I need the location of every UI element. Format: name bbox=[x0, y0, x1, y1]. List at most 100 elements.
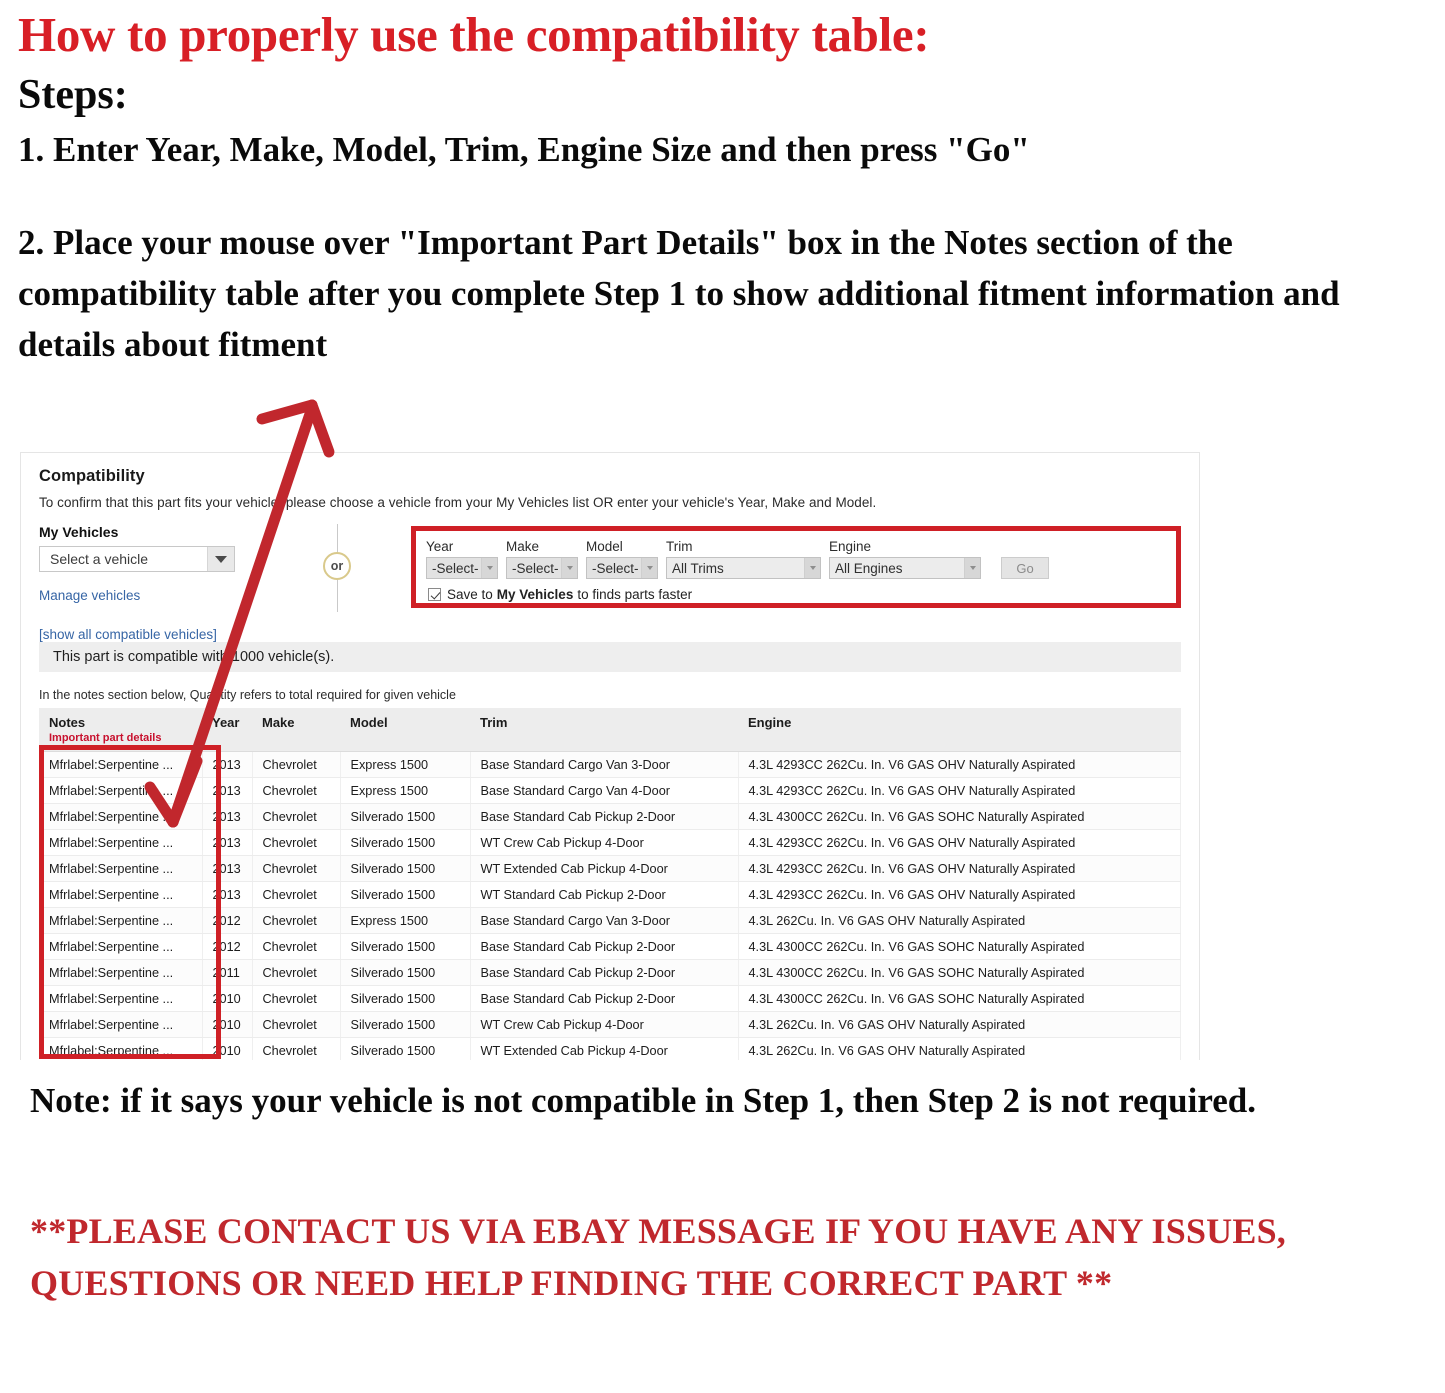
cell-engine: 4.3L 4293CC 262Cu. In. V6 GAS OHV Natura… bbox=[738, 881, 1181, 908]
cell-notes[interactable]: Mfrlabel:Serpentine ... bbox=[39, 933, 203, 960]
cell-year: 2010 bbox=[202, 1037, 253, 1060]
compatibility-title: Compatibility bbox=[39, 467, 145, 485]
cell-trim: Base Standard Cab Pickup 2-Door bbox=[470, 985, 739, 1012]
go-button[interactable]: Go bbox=[1001, 557, 1049, 579]
cell-notes[interactable]: Mfrlabel:Serpentine ... bbox=[39, 907, 203, 934]
ymm-fields: Year -Select- Make -Select- Model -Selec… bbox=[426, 539, 1166, 579]
table-row: Mfrlabel:Serpentine ... 2010 Chevrolet Silv… bbox=[39, 985, 1181, 1012]
year-select-value: -Select- bbox=[432, 560, 479, 576]
cell-make: Chevrolet bbox=[252, 1037, 341, 1060]
show-all-compatible-vehicles-link[interactable]: [show all compatible vehicles] bbox=[39, 627, 301, 642]
manage-vehicles-link[interactable]: Manage vehicles bbox=[39, 588, 301, 603]
cell-notes[interactable]: Mfrlabel:Serpentine ... bbox=[39, 1011, 203, 1038]
save-to-my-vehicles-row[interactable]: Save to My Vehicles to finds parts faste… bbox=[428, 587, 1166, 602]
cell-notes[interactable]: Mfrlabel:Serpentine ... bbox=[39, 751, 203, 778]
page-title: How to properly use the compatibility ta… bbox=[18, 7, 930, 62]
year-label: Year bbox=[426, 539, 454, 554]
cell-year: 2013 bbox=[202, 829, 253, 856]
trim-select[interactable]: All Trims bbox=[666, 557, 821, 579]
vehicle-selector-row: My Vehicles Select a vehicle Manage vehi… bbox=[39, 524, 1181, 642]
cell-engine: 4.3L 262Cu. In. V6 GAS OHV Naturally Asp… bbox=[738, 1037, 1181, 1060]
trim-field: Trim All Trims bbox=[666, 539, 821, 579]
save-bold-text: My Vehicles bbox=[496, 587, 574, 602]
save-to-my-vehicles-checkbox[interactable] bbox=[428, 588, 441, 601]
cell-engine: 4.3L 4300CC 262Cu. In. V6 GAS SOHC Natur… bbox=[738, 933, 1181, 960]
cell-make: Chevrolet bbox=[252, 855, 341, 882]
cell-trim: WT Extended Cab Pickup 4-Door bbox=[470, 1037, 739, 1060]
column-header-trim[interactable]: Trim bbox=[470, 708, 738, 752]
cell-engine: 4.3L 4293CC 262Cu. In. V6 GAS OHV Natura… bbox=[738, 855, 1181, 882]
cell-notes[interactable]: Mfrlabel:Serpentine ... bbox=[39, 829, 203, 856]
steps-label: Steps: bbox=[18, 71, 128, 118]
table-row: Mfrlabel:Serpentine ... 2012 Chevrolet Silv… bbox=[39, 933, 1181, 960]
chevron-down-icon bbox=[207, 547, 234, 571]
cell-model: Silverado 1500 bbox=[340, 881, 471, 908]
cell-year: 2013 bbox=[202, 751, 253, 778]
cell-trim: Base Standard Cab Pickup 2-Door bbox=[470, 933, 739, 960]
year-select[interactable]: -Select- bbox=[426, 557, 498, 579]
notes-quantity-hint: In the notes section below, Quantity ref… bbox=[39, 688, 456, 702]
cell-model: Silverado 1500 bbox=[340, 803, 471, 830]
cell-notes[interactable]: Mfrlabel:Serpentine ... bbox=[39, 777, 203, 804]
trim-label: Trim bbox=[666, 539, 693, 554]
cell-trim: Base Standard Cab Pickup 2-Door bbox=[470, 959, 739, 986]
footer-note: Note: if it says your vehicle is not com… bbox=[30, 1081, 1256, 1120]
cell-notes[interactable]: Mfrlabel:Serpentine ... bbox=[39, 881, 203, 908]
cell-notes[interactable]: Mfrlabel:Serpentine ... bbox=[39, 855, 203, 882]
column-header-notes-label: Notes bbox=[49, 715, 86, 730]
cell-notes[interactable]: Mfrlabel:Serpentine ... bbox=[39, 1037, 203, 1060]
step-2-text: 2. Place your mouse over "Important Part… bbox=[18, 223, 1340, 364]
cell-model: Express 1500 bbox=[340, 751, 471, 778]
cell-model: Silverado 1500 bbox=[340, 933, 471, 960]
table-row: Mfrlabel:Serpentine ... 2010 Chevrolet Silv… bbox=[39, 1037, 1181, 1060]
cell-year: 2013 bbox=[202, 881, 253, 908]
cell-engine: 4.3L 4300CC 262Cu. In. V6 GAS SOHC Natur… bbox=[738, 803, 1181, 830]
cell-make: Chevrolet bbox=[252, 881, 341, 908]
chevron-down-icon bbox=[481, 558, 497, 578]
table-row: Mfrlabel:Serpentine ... 2013 Chevrolet Expr… bbox=[39, 777, 1181, 804]
cell-year: 2013 bbox=[202, 855, 253, 882]
cell-year: 2012 bbox=[202, 933, 253, 960]
table-row: Mfrlabel:Serpentine ... 2010 Chevrolet Silv… bbox=[39, 1011, 1181, 1038]
cell-engine: 4.3L 262Cu. In. V6 GAS OHV Naturally Asp… bbox=[738, 1011, 1181, 1038]
ymm-selector-highlight-box: Year -Select- Make -Select- Model -Selec… bbox=[411, 526, 1181, 608]
cell-make: Chevrolet bbox=[252, 751, 341, 778]
cell-notes[interactable]: Mfrlabel:Serpentine ... bbox=[39, 985, 203, 1012]
column-header-notes[interactable]: Notes Important part details bbox=[39, 708, 202, 752]
make-label: Make bbox=[506, 539, 540, 554]
cell-make: Chevrolet bbox=[252, 959, 341, 986]
model-select[interactable]: -Select- bbox=[586, 557, 658, 579]
cell-make: Chevrolet bbox=[252, 829, 341, 856]
engine-select[interactable]: All Engines bbox=[829, 557, 981, 579]
cell-year: 2012 bbox=[202, 907, 253, 934]
make-select-value: -Select- bbox=[512, 560, 559, 576]
cell-notes[interactable]: Mfrlabel:Serpentine ... bbox=[39, 959, 203, 986]
make-select[interactable]: -Select- bbox=[506, 557, 578, 579]
cell-engine: 4.3L 4293CC 262Cu. In. V6 GAS OHV Natura… bbox=[738, 777, 1181, 804]
column-header-year[interactable]: Year bbox=[202, 708, 252, 752]
my-vehicles-select[interactable]: Select a vehicle bbox=[39, 546, 235, 572]
cell-trim: Base Standard Cab Pickup 2-Door bbox=[470, 803, 739, 830]
cell-engine: 4.3L 4293CC 262Cu. In. V6 GAS OHV Natura… bbox=[738, 829, 1181, 856]
cell-model: Silverado 1500 bbox=[340, 1037, 471, 1060]
cell-model: Express 1500 bbox=[340, 907, 471, 934]
column-header-make[interactable]: Make bbox=[252, 708, 340, 752]
cell-trim: Base Standard Cargo Van 4-Door bbox=[470, 777, 739, 804]
cell-model: Silverado 1500 bbox=[340, 855, 471, 882]
save-suffix-text: to finds parts faster bbox=[577, 587, 693, 602]
cell-trim: WT Crew Cab Pickup 4-Door bbox=[470, 829, 739, 856]
footer-contact: **PLEASE CONTACT US VIA EBAY MESSAGE IF … bbox=[30, 1211, 1287, 1304]
cell-trim: WT Standard Cab Pickup 2-Door bbox=[470, 881, 739, 908]
important-part-details-label[interactable]: Important part details bbox=[49, 732, 202, 744]
cell-notes[interactable]: Mfrlabel:Serpentine ... bbox=[39, 803, 203, 830]
chevron-down-icon bbox=[804, 558, 820, 578]
chevron-down-icon bbox=[561, 558, 577, 578]
cell-make: Chevrolet bbox=[252, 777, 341, 804]
cell-engine: 4.3L 4293CC 262Cu. In. V6 GAS OHV Natura… bbox=[738, 751, 1181, 778]
cell-model: Silverado 1500 bbox=[340, 985, 471, 1012]
column-header-engine[interactable]: Engine bbox=[738, 708, 1181, 752]
save-prefix-text: Save to bbox=[447, 587, 493, 602]
table-row: Mfrlabel:Serpentine ... 2012 Chevrolet Expr… bbox=[39, 907, 1181, 934]
column-header-model[interactable]: Model bbox=[340, 708, 470, 752]
cell-trim: WT Extended Cab Pickup 4-Door bbox=[470, 855, 739, 882]
